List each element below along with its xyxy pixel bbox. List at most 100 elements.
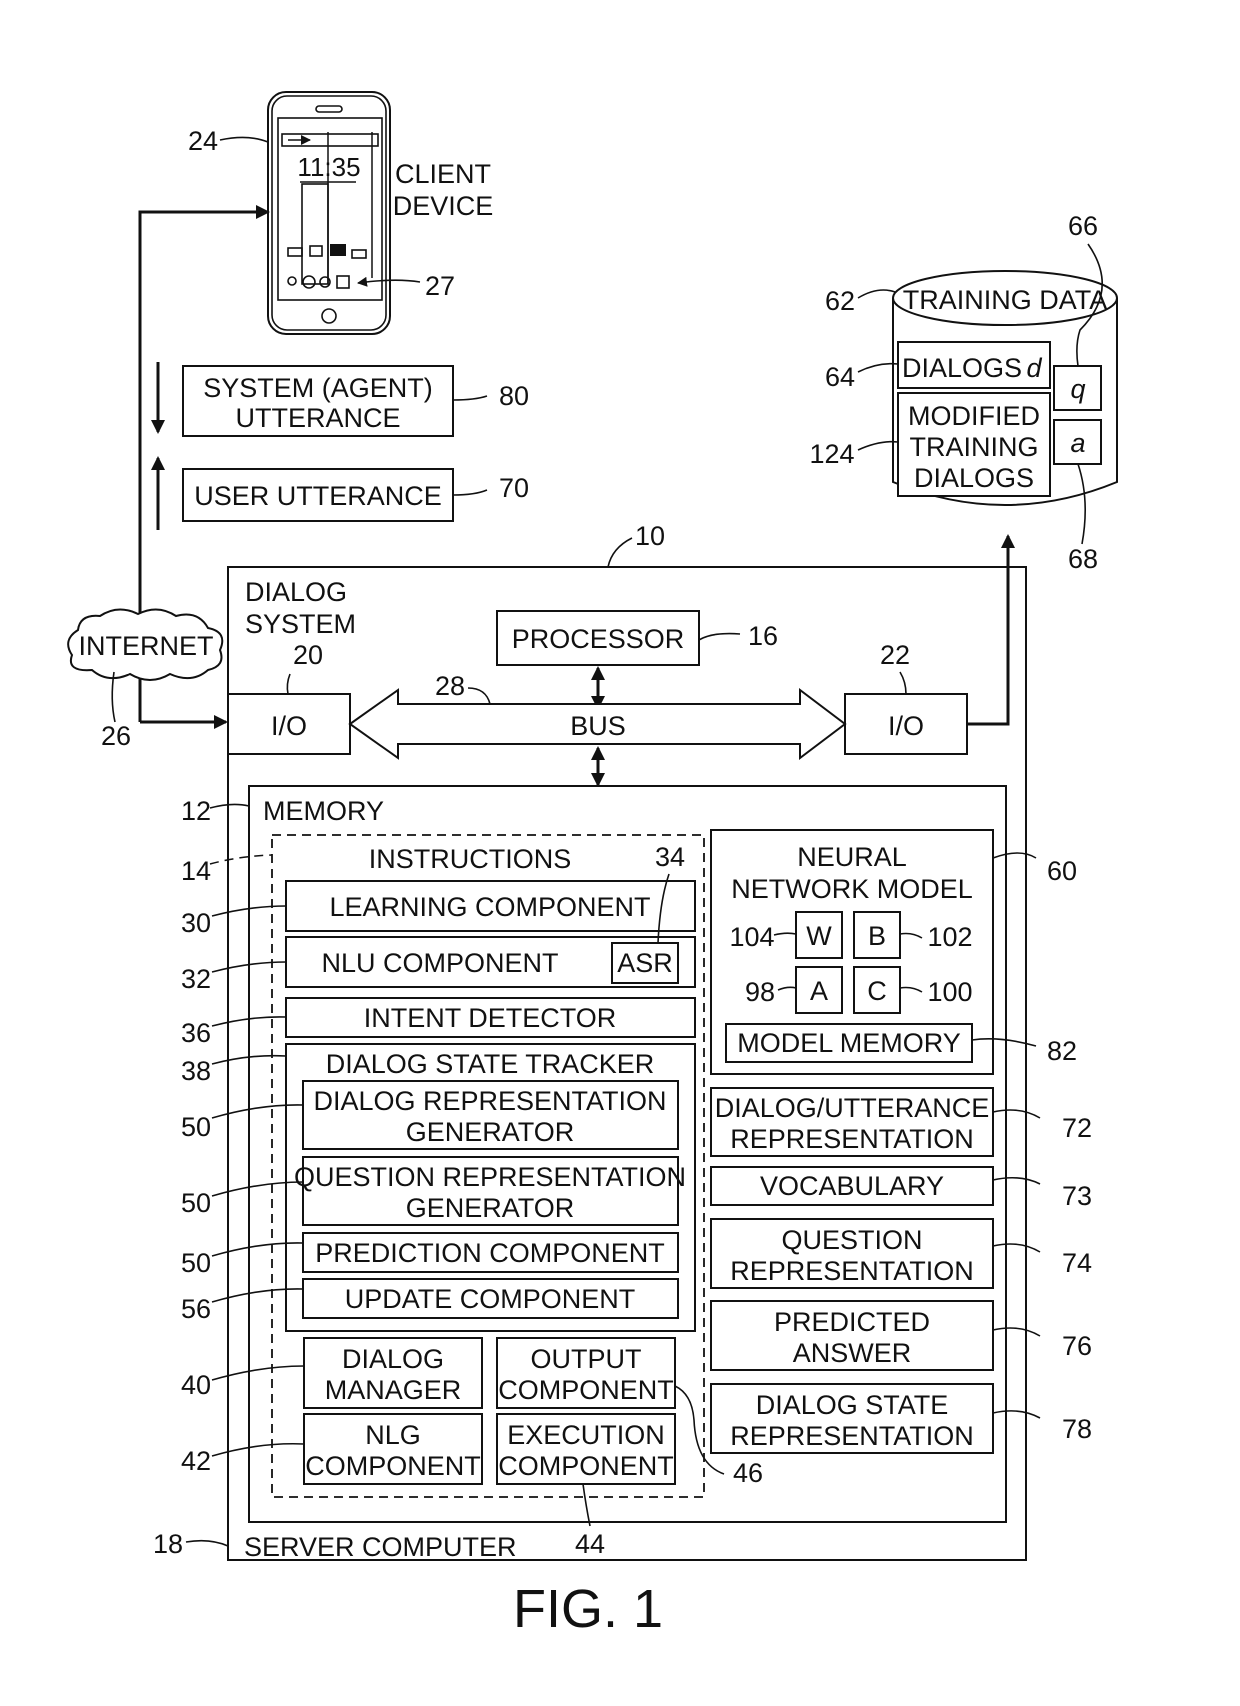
- predicted-answer-label-line2: ANSWER: [793, 1338, 912, 1368]
- dialog-manager-box: DIALOG MANAGER 40: [181, 1337, 483, 1409]
- ref-27: 27: [425, 271, 455, 301]
- nn-model-label: NEURAL: [797, 842, 907, 872]
- ref-10: 10: [635, 521, 665, 551]
- ref-104: 104: [729, 922, 774, 952]
- io-right-label: I/O: [888, 711, 924, 741]
- ref-20: 20: [293, 640, 323, 670]
- ref-30: 30: [181, 908, 211, 938]
- bus-label: BUS: [570, 711, 626, 741]
- ref-50b: 50: [181, 1188, 211, 1218]
- ref-34: 34: [655, 842, 685, 872]
- question-rep-label: QUESTION: [781, 1225, 922, 1255]
- param-w-label: W: [806, 921, 832, 951]
- ref-44: 44: [575, 1529, 605, 1559]
- ref-16: 16: [748, 621, 778, 651]
- ref-98: 98: [745, 977, 775, 1007]
- ref-82: 82: [1047, 1036, 1077, 1066]
- model-memory-label: MODEL MEMORY: [737, 1028, 961, 1058]
- ref-22: 22: [880, 640, 910, 670]
- system-utterance-label: SYSTEM (AGENT): [203, 373, 433, 403]
- ref-42: 42: [181, 1446, 211, 1476]
- param-a-label: A: [810, 976, 828, 1006]
- dialog-state-rep-label: DIALOG STATE: [756, 1390, 949, 1420]
- vocabulary-label: VOCABULARY: [760, 1171, 944, 1201]
- dialogs-label: DIALOGS: [902, 353, 1022, 383]
- param-c-label: C: [867, 976, 887, 1006]
- question-rep-label-line2: REPRESENTATION: [730, 1256, 974, 1286]
- nlu-component-label: NLU COMPONENT: [321, 948, 558, 978]
- ref-56: 56: [181, 1294, 211, 1324]
- dialog-system-label-line2: SYSTEM: [245, 609, 356, 639]
- dialog-manager-label: DIALOG: [342, 1344, 444, 1374]
- io-left-label: I/O: [271, 711, 307, 741]
- ref-74: 74: [1062, 1248, 1092, 1278]
- dialog-manager-label-line2: MANAGER: [325, 1375, 462, 1405]
- modified-label-line2: TRAINING: [909, 432, 1038, 462]
- ref-12: 12: [181, 796, 211, 826]
- user-utterance-label: USER UTTERANCE: [194, 481, 442, 511]
- update-component-label: UPDATE COMPONENT: [345, 1284, 636, 1314]
- asr-label: ASR: [617, 948, 673, 978]
- ref-66: 66: [1068, 211, 1098, 241]
- execution-component-label-line2: COMPONENT: [498, 1451, 674, 1481]
- ref-18: 18: [153, 1529, 183, 1559]
- dialog-utterance-representation-box: DIALOG/UTTERANCE REPRESENTATION 72: [710, 1087, 1092, 1157]
- ref-62: 62: [825, 286, 855, 316]
- ref-78: 78: [1062, 1414, 1092, 1444]
- patent-figure: 11:35 CLIENT DEVICE 24 27 INTERNET 26 SY…: [67, 91, 1118, 1639]
- app-icon: [330, 244, 346, 256]
- dialog-rep-gen-label-line2: GENERATOR: [406, 1117, 575, 1147]
- ref-60: 60: [1047, 856, 1077, 886]
- ref-26: 26: [101, 721, 131, 751]
- ref-64: 64: [825, 362, 855, 392]
- client-device-label: CLIENT: [395, 159, 491, 189]
- modified-label: MODIFIED: [908, 401, 1040, 431]
- nlg-component-label: NLG: [365, 1420, 421, 1450]
- dialog-system-label: DIALOG: [245, 577, 347, 607]
- output-component-label: OUTPUT: [531, 1344, 642, 1374]
- predicted-answer-box: PREDICTED ANSWER 76: [710, 1300, 1092, 1371]
- user-utterance-box: USER UTTERANCE 70: [182, 468, 529, 522]
- nlg-component-label-line2: COMPONENT: [305, 1451, 481, 1481]
- dialog-rep-gen-label: DIALOG REPRESENTATION: [313, 1086, 666, 1116]
- internet-label: INTERNET: [79, 631, 214, 661]
- ref-100: 100: [927, 977, 972, 1007]
- ref-50c: 50: [181, 1248, 211, 1278]
- predicted-answer-label: PREDICTED: [774, 1307, 930, 1337]
- execution-component-label: EXECUTION: [507, 1420, 665, 1450]
- dialogs-var: d: [1026, 353, 1042, 383]
- question-rep-gen-label-line2: GENERATOR: [406, 1193, 575, 1223]
- ref-24: 24: [188, 126, 218, 156]
- modified-label-line3: DIALOGS: [914, 463, 1034, 493]
- instructions-label: INSTRUCTIONS: [369, 844, 572, 874]
- nlg-component-box: NLG COMPONENT 42: [181, 1413, 483, 1485]
- nn-model-label-line2: NETWORK MODEL: [731, 874, 973, 904]
- server-computer-label: SERVER COMPUTER: [244, 1532, 517, 1562]
- question-representation-box: QUESTION REPRESENTATION 74: [710, 1218, 1092, 1289]
- phone-clock: 11:35: [297, 152, 360, 182]
- ref-36: 36: [181, 1018, 211, 1048]
- ref-124: 124: [809, 439, 854, 469]
- ref-28: 28: [435, 671, 465, 701]
- training-data-database: TRAINING DATA 62 DIALOGS d 64 MODIFIED T…: [809, 211, 1118, 574]
- ref-14: 14: [181, 856, 211, 886]
- dialog-state-representation-box: DIALOG STATE REPRESENTATION 78: [710, 1383, 1092, 1454]
- figure-caption: FIG. 1: [513, 1579, 663, 1639]
- dialog-utt-rep-label: DIALOG/UTTERANCE: [715, 1093, 990, 1123]
- ref-70: 70: [499, 473, 529, 503]
- ref-102: 102: [927, 922, 972, 952]
- ref-72: 72: [1062, 1113, 1092, 1143]
- memory-label: MEMORY: [263, 796, 384, 826]
- ref-38: 38: [181, 1056, 211, 1086]
- ref-76: 76: [1062, 1331, 1092, 1361]
- training-data-label: TRAINING DATA: [903, 285, 1108, 315]
- vocabulary-box: VOCABULARY 73: [710, 1166, 1092, 1211]
- processor-label: PROCESSOR: [512, 624, 685, 654]
- dialog-state-rep-label-line2: REPRESENTATION: [730, 1421, 974, 1451]
- dialog-state-tracker-label: DIALOG STATE TRACKER: [326, 1049, 655, 1079]
- learning-component-label: LEARNING COMPONENT: [329, 892, 650, 922]
- a-label: a: [1070, 428, 1085, 458]
- ref-32: 32: [181, 964, 211, 994]
- ref-46: 46: [733, 1458, 763, 1488]
- internet-cloud: INTERNET 26: [67, 608, 224, 751]
